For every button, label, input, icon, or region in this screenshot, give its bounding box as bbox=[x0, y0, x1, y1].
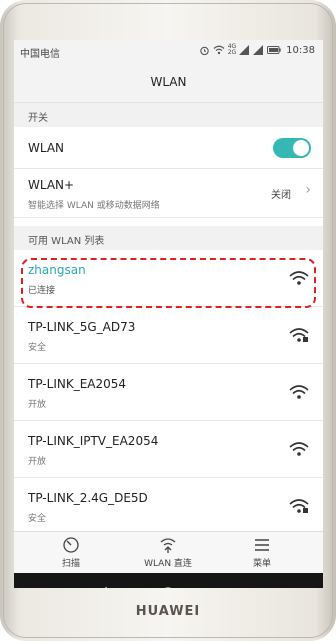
wifi-lock-icon bbox=[289, 328, 309, 342]
network-type-label: 4G 2G bbox=[227, 43, 237, 56]
network-item[interactable]: TP-LINK_IPTV_EA2054 开放 bbox=[14, 421, 323, 478]
screen: 中国电信 4G 2G 10:38 WLAN 开关 WLAN WLAN+ 智能选择… bbox=[14, 40, 323, 588]
app-bar: WLAN bbox=[14, 62, 323, 103]
menu-button[interactable]: 菜单 bbox=[222, 536, 302, 569]
status-bar: 中国电信 4G 2G 10:38 bbox=[14, 40, 323, 62]
scan-button[interactable]: 扫描 bbox=[31, 536, 111, 569]
recents-icon[interactable] bbox=[226, 585, 246, 588]
wlan-toggle-switch[interactable] bbox=[273, 138, 311, 158]
wifi-signal-icon bbox=[289, 442, 309, 456]
menu-icon bbox=[255, 539, 269, 551]
network-ssid: TP-LINK_2.4G_DE5D bbox=[28, 491, 148, 505]
wlan-plus-value: 关闭 bbox=[271, 190, 291, 201]
network-ssid: TP-LINK_IPTV_EA2054 bbox=[28, 434, 159, 448]
network-item[interactable]: TP-LINK_EA2054 开放 bbox=[14, 364, 323, 421]
connected-network-highlight bbox=[21, 258, 316, 308]
wlan-plus-row[interactable]: WLAN+ 智能选择 WLAN 或移动数据网络 关闭 › bbox=[14, 169, 323, 218]
alarm-icon bbox=[199, 46, 209, 55]
wlan-plus-description: 智能选择 WLAN 或移动数据网络 bbox=[28, 201, 160, 211]
wifi-status-icon bbox=[213, 45, 225, 55]
battery-icon bbox=[267, 46, 281, 54]
network-status: 安全 bbox=[28, 343, 47, 353]
back-icon[interactable] bbox=[92, 585, 112, 588]
wlan-plus-label: WLAN+ bbox=[28, 178, 75, 192]
status-icons: 4G 2G 10:38 bbox=[199, 44, 315, 56]
wifi-signal-icon bbox=[289, 385, 309, 399]
chevron-right-icon: › bbox=[305, 182, 311, 198]
clock-label: 10:38 bbox=[286, 44, 315, 56]
carrier-label: 中国电信 bbox=[20, 49, 60, 60]
network-item[interactable]: TP-LINK_5G_AD73 安全 bbox=[14, 307, 323, 364]
system-nav-bar bbox=[14, 573, 323, 588]
menu-label: 菜单 bbox=[252, 559, 271, 569]
page-title: WLAN bbox=[150, 75, 187, 89]
home-icon[interactable] bbox=[158, 585, 178, 588]
toggle-knob bbox=[293, 140, 309, 156]
wlan-direct-icon bbox=[160, 538, 176, 553]
section-label: 开关 bbox=[28, 113, 48, 124]
wlan-direct-label: WLAN 直连 bbox=[144, 559, 192, 569]
wlan-direct-button[interactable]: WLAN 直连 bbox=[128, 536, 208, 569]
scan-label: 扫描 bbox=[61, 559, 80, 569]
section-header-available: 可用 WLAN 列表 bbox=[14, 226, 323, 250]
scan-icon bbox=[63, 537, 79, 553]
wifi-lock-icon bbox=[289, 499, 309, 513]
wlan-toggle-label: WLAN bbox=[28, 141, 65, 155]
network-ssid: TP-LINK_EA2054 bbox=[28, 377, 127, 391]
bottom-action-bar: 扫描 WLAN 直连 菜单 bbox=[14, 531, 323, 574]
section-label: 可用 WLAN 列表 bbox=[28, 236, 105, 247]
signal-icon bbox=[239, 45, 250, 55]
brand-logo: HUAWEI bbox=[135, 604, 201, 619]
signal-icon-2 bbox=[253, 45, 264, 55]
network-ssid: TP-LINK_5G_AD73 bbox=[28, 320, 136, 334]
network-item[interactable]: TP-LINK_2.4G_DE5D 安全 bbox=[14, 478, 323, 534]
wlan-toggle-row[interactable]: WLAN bbox=[14, 127, 323, 169]
network-status: 开放 bbox=[28, 400, 47, 410]
phone-frame: 中国电信 4G 2G 10:38 WLAN 开关 WLAN WLAN+ 智能选择… bbox=[0, 0, 336, 641]
network-status: 开放 bbox=[28, 457, 47, 467]
network-status: 安全 bbox=[28, 514, 47, 524]
section-header-switch: 开关 bbox=[14, 103, 323, 127]
